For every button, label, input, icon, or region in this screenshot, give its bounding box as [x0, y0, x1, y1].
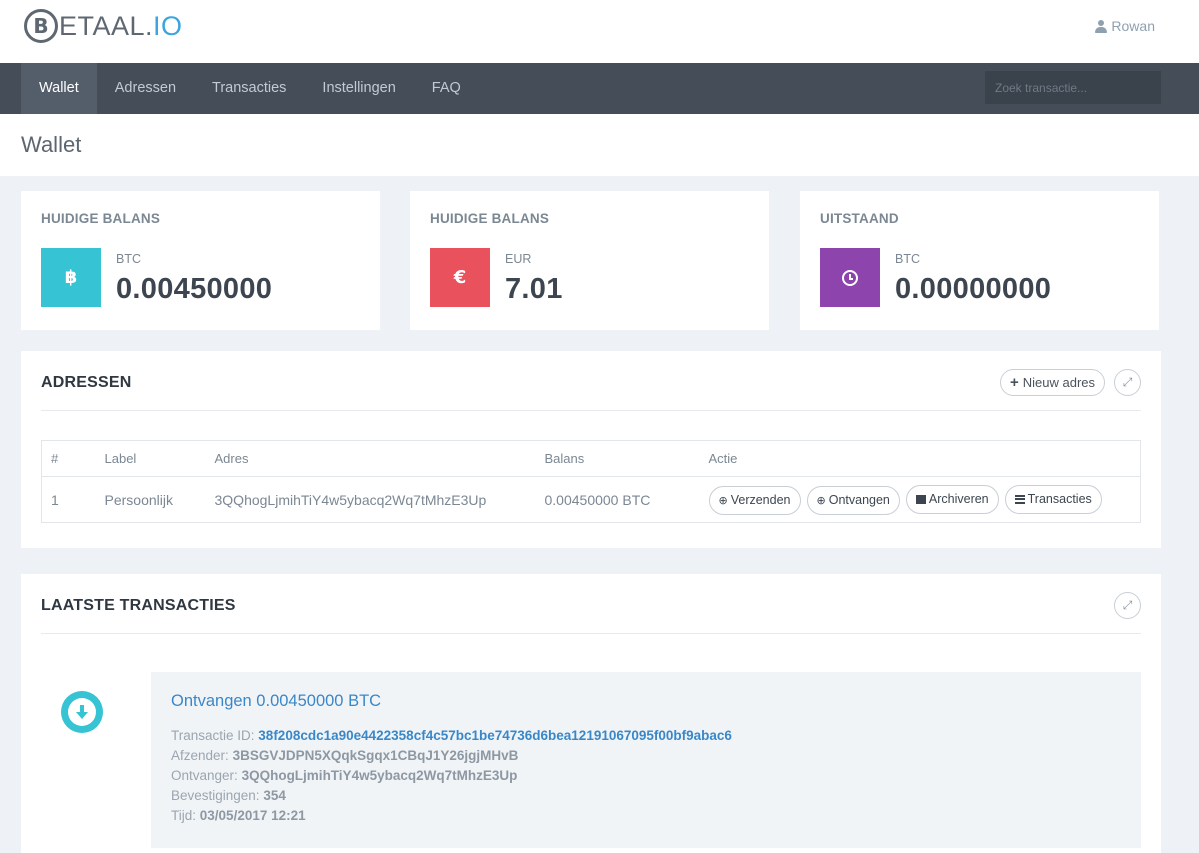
row-address: 3QQhogLjmihTiY4w5ybacq2Wq7tMhzE3Up [214, 491, 487, 508]
column-header: Label [95, 440, 206, 477]
bitcoin-logo-icon: B [24, 9, 58, 43]
addresses-panel: ADRESSEN + Nieuw adres ⤢ # Label Adres B… [21, 351, 1161, 548]
transaction-time: 03/05/2017 12:21 [199, 808, 306, 823]
logo[interactable]: B ETAAL.IO [24, 8, 183, 44]
transaction-receiver-line: Ontvanger: 3QQhogLjmihTiY4w5ybacq2Wq7tMh… [171, 768, 518, 783]
plus-icon: + [1010, 374, 1019, 391]
expand-icon[interactable]: ⤢ [1114, 592, 1141, 619]
new-address-button[interactable]: + Nieuw adres [1000, 369, 1106, 396]
page-header: Wallet [0, 114, 1199, 176]
stat-label: UITSTAAND [820, 211, 899, 226]
divider [41, 633, 1141, 634]
page-title: Wallet [21, 132, 82, 157]
archive-icon [915, 494, 926, 504]
column-header: Balans [535, 440, 700, 477]
stat-unit: BTC [895, 252, 920, 266]
stat-label: HUIDIGE BALANS [41, 211, 161, 226]
table-row: 1 Persoonlijk 3QQhogLjmihTiY4w5ybacq2Wq7… [42, 477, 1141, 523]
panel-title: ADRESSEN [41, 374, 132, 391]
expand-icon[interactable]: ⤢ [1114, 369, 1141, 396]
arrow-down-circle-icon: ⊕ [816, 494, 826, 507]
column-header: Adres [205, 440, 536, 477]
stat-card-eur-balance: HUIDIGE BALANS € EUR 7.01 [410, 191, 769, 330]
transaction-item: Ontvangen 0.00450000 BTC Transactie ID: … [151, 672, 1141, 848]
nav-item-instellingen[interactable]: Instellingen [304, 63, 413, 114]
transaction-id-link[interactable]: 38f208cdc1a90e4422358cf4c57bc1be74736d6b… [258, 728, 732, 743]
transaction-sender-line: Afzender: 3BSGVJDPN5XQqkSgqx1CBqJ1Y26jgj… [171, 748, 519, 763]
row-actions: ⊕ Verzenden ⊕ Ontvangen Archiveren Transactie… [700, 477, 1141, 523]
bitcoin-icon: ฿ [41, 248, 101, 307]
nav-item-wallet[interactable]: Wallet [21, 63, 97, 114]
row-index: 1 [51, 491, 59, 508]
receive-button[interactable]: ⊕ Ontvangen [806, 485, 900, 515]
stat-card-outstanding: UITSTAAND BTC 0.00000000 [800, 191, 1159, 330]
transactions-button[interactable]: Transacties [1004, 484, 1102, 514]
nav-item-adressen[interactable]: Adressen [97, 63, 194, 114]
transactions-panel: LAATSTE TRANSACTIES ⤢ Ontvangen 0.004500… [21, 574, 1161, 853]
transaction-sender: 3BSGVJDPN5XQqkSgqx1CBqJ1Y26jgjMHvB [232, 748, 519, 763]
stat-value: 7.01 [505, 273, 563, 305]
addresses-table: # Label Adres Balans Actie 1 Persoonlijk… [41, 440, 1141, 523]
stat-unit: EUR [505, 252, 532, 266]
table-header-row: # Label Adres Balans Actie [41, 440, 1141, 477]
received-arrow-icon [61, 691, 103, 733]
archive-button[interactable]: Archiveren [905, 484, 999, 514]
divider [41, 410, 1141, 411]
stat-unit: BTC [116, 252, 141, 266]
stat-value: 0.00000000 [895, 273, 1052, 305]
panel-title: LAATSTE TRANSACTIES [41, 597, 236, 614]
transaction-time-line: Tijd: 03/05/2017 12:21 [171, 808, 306, 823]
clock-icon [820, 248, 880, 307]
user-name: Rowan [1111, 18, 1155, 34]
stat-value: 0.00450000 [116, 273, 273, 305]
column-header: Actie [699, 440, 1141, 477]
transaction-confirmations: 354 [263, 788, 286, 803]
row-balance: 0.00450000 BTC [544, 491, 651, 508]
main-navigation: Wallet Adressen Transacties Instellingen… [0, 63, 1199, 114]
transaction-id-line: Transactie ID: 38f208cdc1a90e4422358cf4c… [171, 728, 732, 743]
row-label: Persoonlijk [104, 491, 173, 508]
search-input[interactable] [985, 71, 1161, 104]
column-header: # [41, 440, 96, 477]
nav-item-transacties[interactable]: Transacties [194, 63, 304, 114]
user-icon [1095, 19, 1108, 33]
transaction-title[interactable]: Ontvangen 0.00450000 BTC [171, 692, 381, 711]
transaction-confirmations-line: Bevestigingen: 354 [171, 788, 286, 803]
user-menu[interactable]: Rowan [1095, 18, 1155, 34]
transaction-receiver: 3QQhogLjmihTiY4w5ybacq2Wq7tMhzE3Up [241, 768, 518, 783]
send-button[interactable]: ⊕ Verzenden [708, 485, 801, 515]
logo-text: ETAAL.IO [59, 10, 183, 41]
stat-card-btc-balance: HUIDIGE BALANS ฿ BTC 0.00450000 [21, 191, 380, 330]
euro-icon: € [430, 248, 490, 307]
nav-item-faq[interactable]: FAQ [414, 63, 479, 114]
list-icon [1014, 494, 1025, 504]
arrow-up-circle-icon: ⊕ [718, 494, 728, 507]
topbar: B ETAAL.IO Rowan [0, 0, 1199, 63]
stat-label: HUIDIGE BALANS [430, 211, 550, 226]
